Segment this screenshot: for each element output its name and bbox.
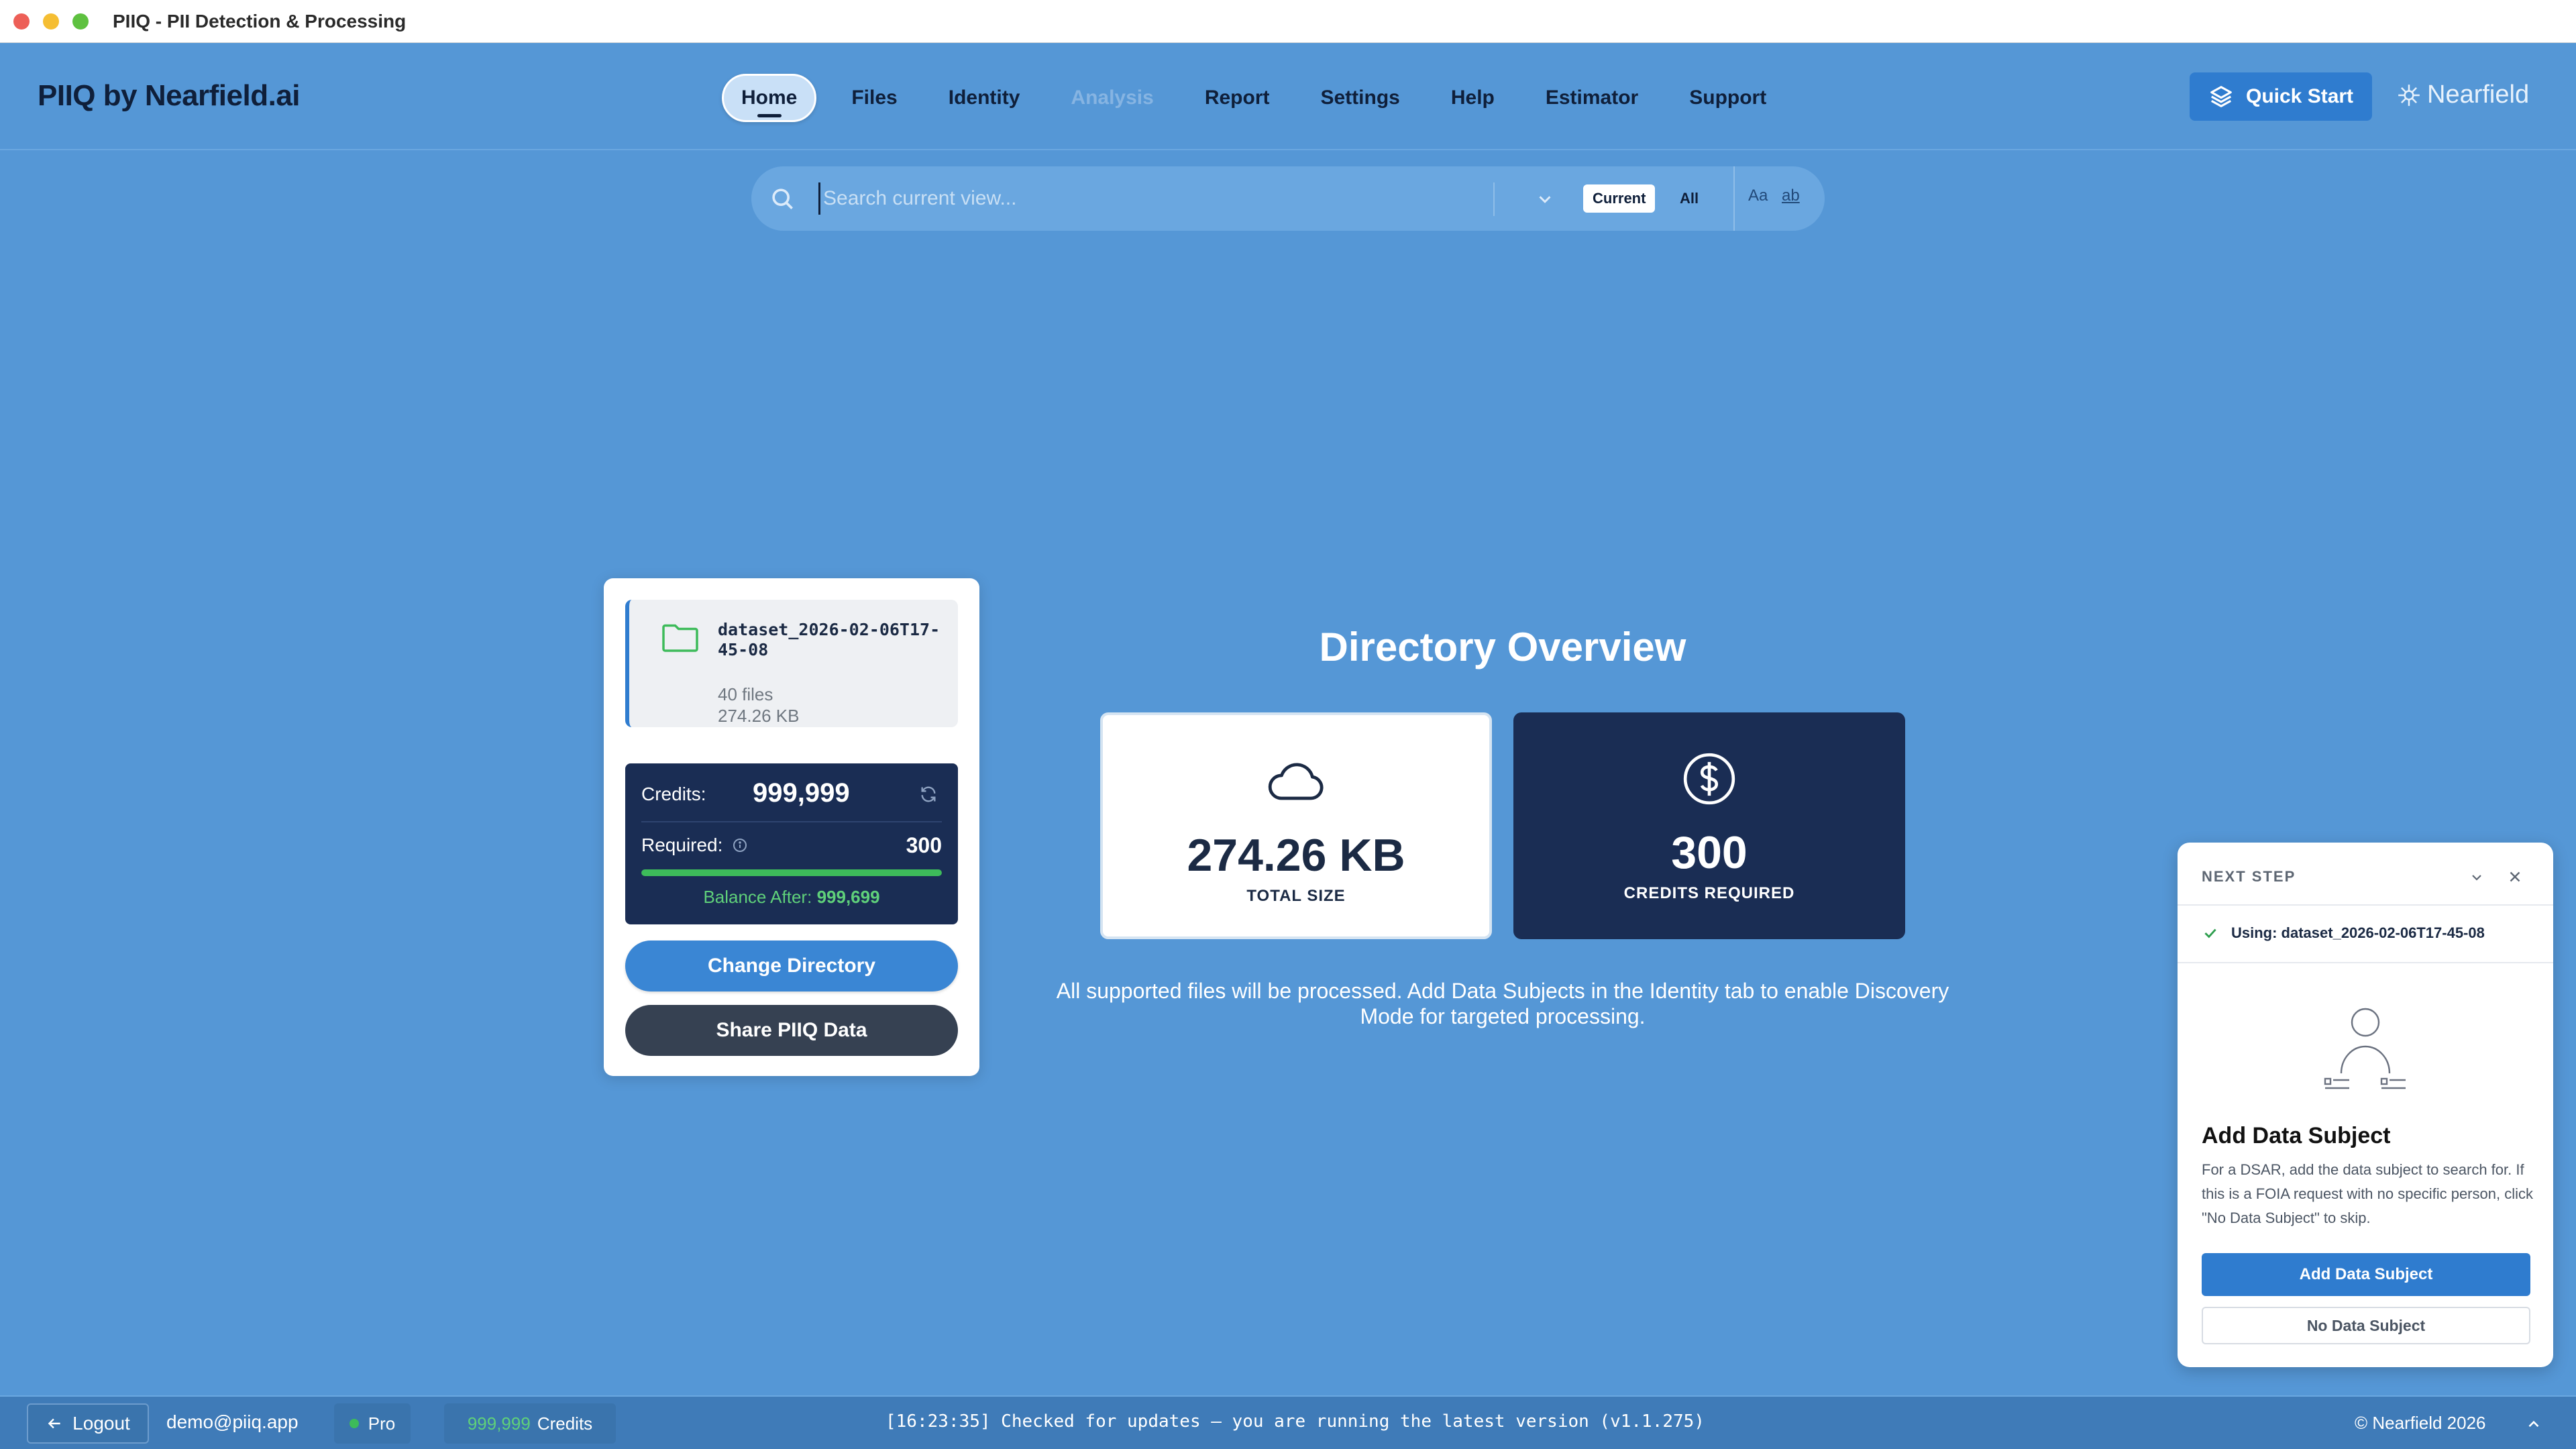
logout-label: Logout [72,1413,130,1434]
copyright: © Nearfield 2026 [2355,1413,2486,1433]
search-input[interactable] [818,182,1556,215]
nav-analysis: Analysis [1071,87,1154,109]
next-step-heading: NEXT STEP [2202,868,2296,885]
credits-value: 999,999 [753,778,850,808]
minimize-chevron-icon[interactable] [2469,869,2485,885]
search-divider [1493,182,1495,216]
quick-start-button[interactable]: Quick Start [2190,72,2372,121]
overview-note: All supported files will be processed. A… [1056,979,1949,1028]
nav-files[interactable]: Files [826,72,922,123]
status-message: [16:23:35] Checked for updates — you are… [885,1411,1705,1432]
main-nav: Home Files Identity Analysis Report Sett… [722,72,1792,123]
nearfield-logo: Nearfield [2396,80,2529,109]
nearfield-logo-icon [2398,84,2420,106]
check-icon [2204,928,2216,938]
credits-summary: Credits: 999,999 Required: 300 Balance A… [625,763,958,924]
next-step-using: Using: dataset_2026-02-06T17-45-08 [2202,924,2485,942]
cloud-icon [1268,763,1324,800]
credits-progress-fill [641,869,942,876]
search-divider [1733,166,1735,231]
directory-panel: dataset_2026-02-06T17-45-08 40 files 274… [604,578,979,1076]
next-step-title: Add Data Subject [2202,1123,2391,1148]
cloud-icon-wrap [1103,753,1489,806]
layers-icon [2210,86,2232,107]
credits-badge: 999,999 Credits [444,1403,616,1444]
search-icon [772,189,793,209]
chevron-down-icon[interactable] [1535,189,1555,209]
balance-label: Balance After: [703,887,812,907]
total-size-card: 274.26 KB TOTAL SIZE [1100,712,1492,939]
credits-badge-value: 999,999 [467,1413,531,1434]
plan-status-dot [349,1419,359,1428]
nav-report[interactable]: Report [1179,72,1295,123]
dollar-icon [1683,753,1735,805]
share-data-button[interactable]: Share PIIQ Data [625,1005,958,1056]
caret-up-icon[interactable] [2525,1415,2542,1433]
change-directory-button[interactable]: Change Directory [625,941,958,991]
total-size-caption: TOTAL SIZE [1246,887,1346,905]
window-zoom-button[interactable] [72,13,89,30]
directory-card: dataset_2026-02-06T17-45-08 40 files 274… [625,600,958,727]
refresh-icon[interactable] [919,785,938,804]
required-label: Required: [641,835,748,856]
app-header: PIIQ by Nearfield.ai Home Files Identity… [0,43,2576,150]
search-bar: Current All Aa ab [751,166,1825,231]
add-data-subject-button[interactable]: Add Data Subject [2202,1253,2530,1296]
plan-badge: Pro [334,1403,411,1444]
credits-divider [641,821,942,822]
balance-value: 999,699 [816,887,880,907]
nav-support[interactable]: Support [1664,72,1792,123]
nearfield-logo-text: Nearfield [2427,80,2530,109]
directory-file-count: 40 files [718,684,773,704]
window-minimize-button[interactable] [43,13,59,30]
directory-size: 274.26 KB [718,706,800,726]
no-data-subject-button[interactable]: No Data Subject [2202,1307,2530,1344]
match-case-toggle[interactable]: Aa [1748,186,1768,205]
scope-current-toggle[interactable]: Current [1583,184,1656,213]
next-step-using-text: Using: dataset_2026-02-06T17-45-08 [2231,924,2485,941]
balance-after: Balance After: 999,699 [625,887,958,908]
whole-word-toggle[interactable]: ab [1782,186,1800,205]
arrow-left-icon [48,1418,60,1429]
required-value: 300 [906,833,942,857]
nav-identity[interactable]: Identity [923,72,1046,123]
credits-required-value: 300 [1671,827,1748,878]
dollar-icon-wrap [1513,750,1905,808]
folder-icon [662,624,698,652]
window-titlebar: PIIQ - PII Detection & Processing [0,0,2576,43]
scope-all-toggle[interactable]: All [1670,184,1708,213]
credits-required-caption: CREDITS REQUIRED [1623,884,1795,902]
total-size-value: 274.26 KB [1187,830,1405,881]
nav-settings[interactable]: Settings [1295,72,1425,123]
next-step-description: For a DSAR, add the data subject to sear… [2202,1161,2533,1226]
credits-required-card: 300 CREDITS REQUIRED [1513,712,1905,939]
directory-name: dataset_2026-02-06T17-45-08 [718,620,941,659]
next-step-panel: NEXT STEP Using: dataset_2026-02-06T17-4… [2178,843,2553,1367]
info-icon[interactable] [732,837,748,853]
logout-button[interactable]: Logout [27,1403,149,1444]
credits-label: Credits: [641,784,706,804]
next-step-divider [2178,962,2553,963]
window-close-button[interactable] [13,13,30,30]
person-icon [2324,1008,2406,1089]
plan-label: Pro [368,1413,396,1434]
user-email: demo@piiq.app [166,1411,299,1432]
next-step-divider [2178,904,2553,906]
quick-start-label: Quick Start [2246,85,2354,107]
close-icon[interactable] [2506,868,2524,885]
nav-help[interactable]: Help [1426,72,1520,123]
credits-badge-label: Credits [537,1413,593,1434]
status-bar: Logout demo@piiq.app Pro 999,999 Credits… [0,1395,2576,1449]
credits-progress-bar [641,869,942,876]
overview-title: Directory Overview [1319,625,1686,669]
required-label-text: Required: [641,835,723,855]
brand-title: PIIQ by Nearfield.ai [38,79,301,112]
nav-estimator[interactable]: Estimator [1520,72,1664,123]
window-title: PIIQ - PII Detection & Processing [113,11,407,32]
nav-home[interactable]: Home [722,74,817,122]
